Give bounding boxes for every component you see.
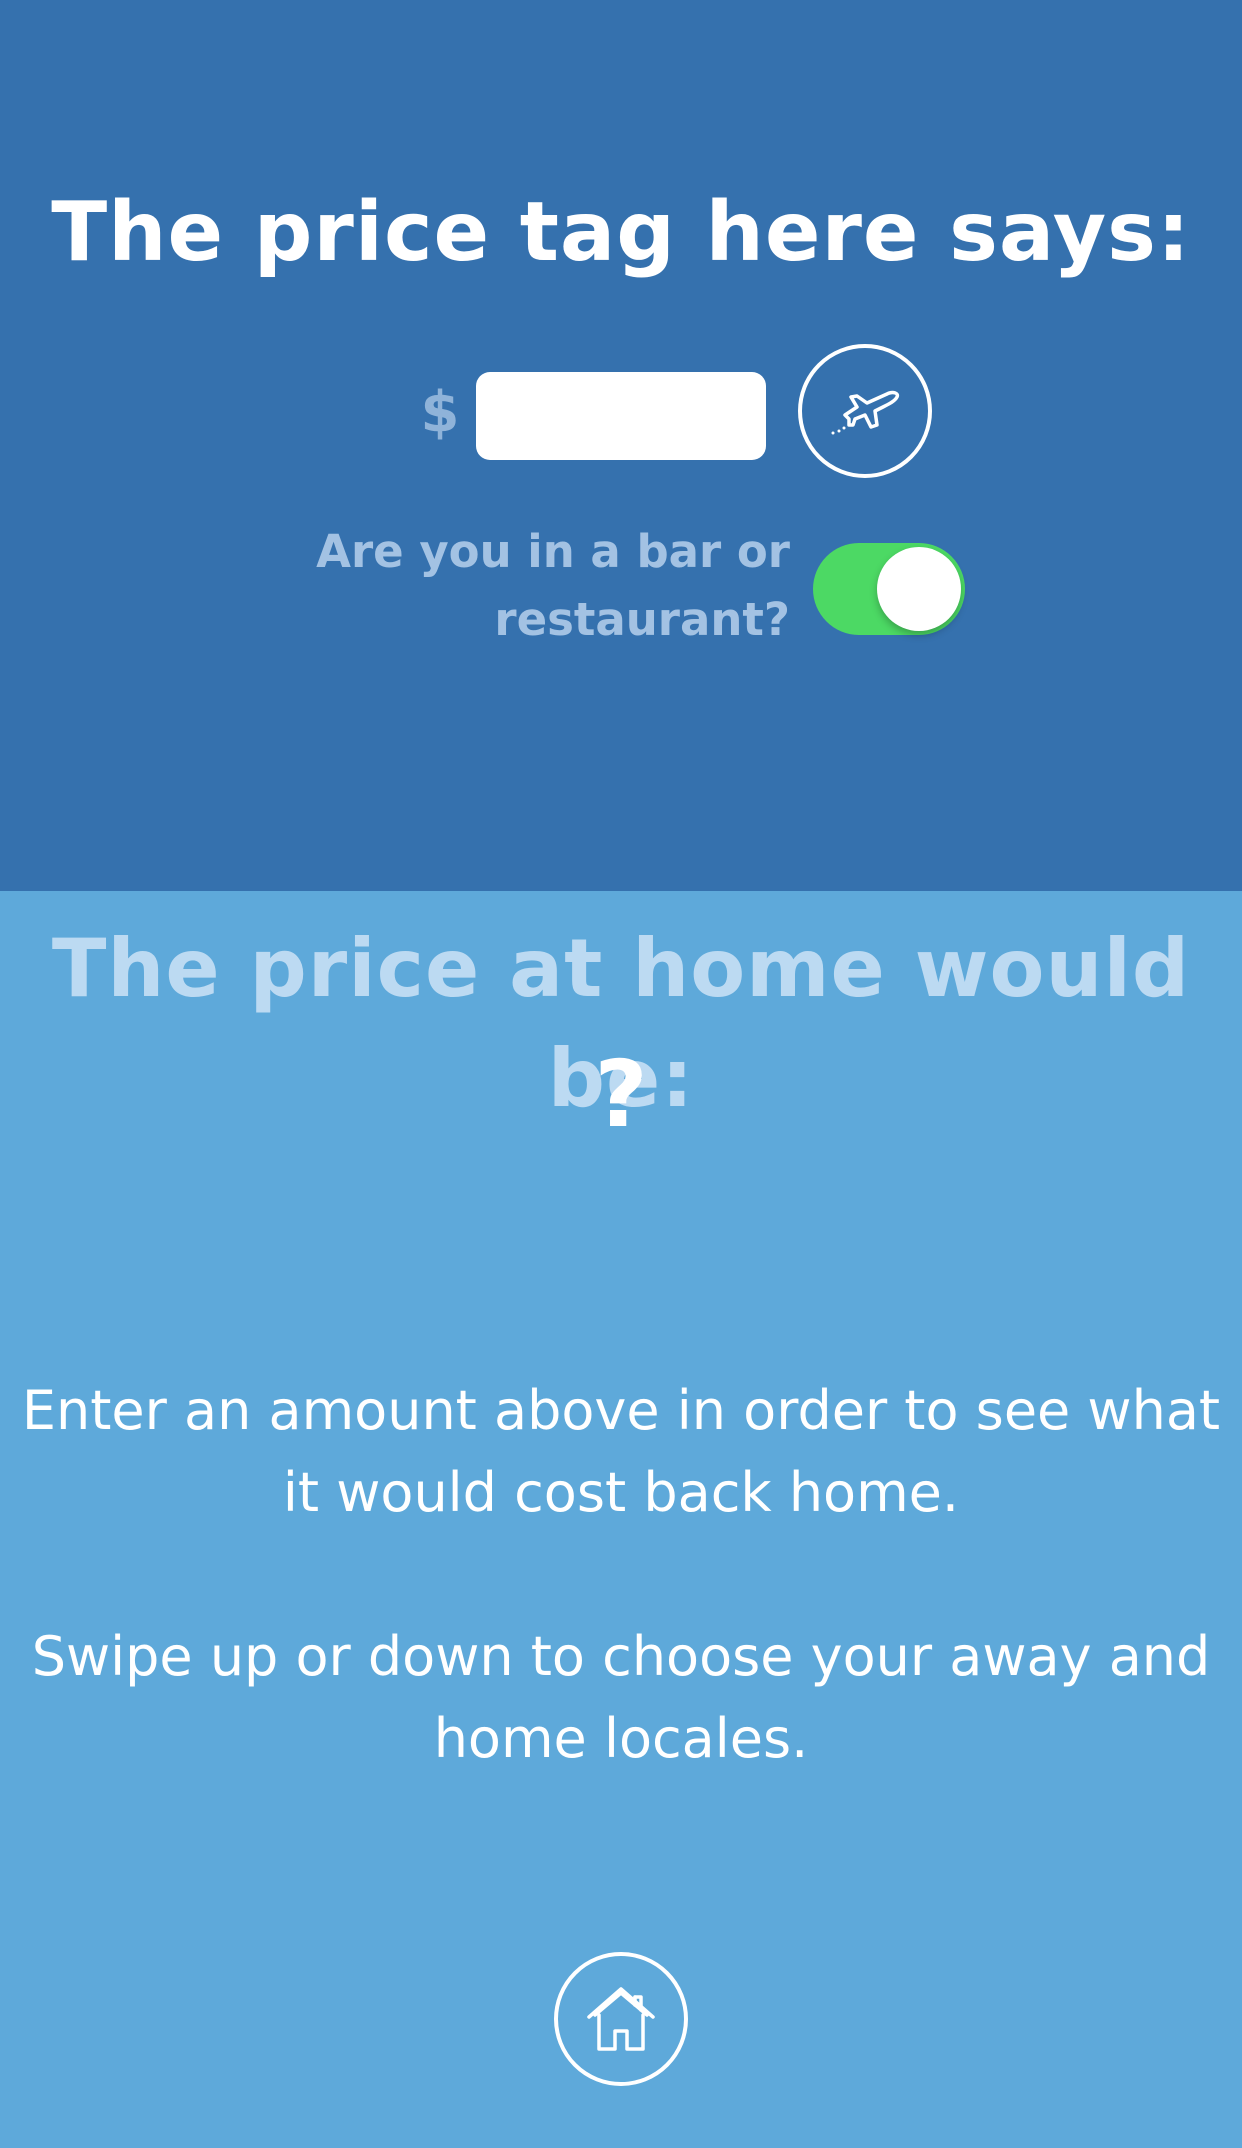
- bar-restaurant-label-line2: restaurant?: [494, 593, 790, 646]
- toggle-knob: [877, 547, 961, 631]
- instructions: Enter an amount above in order to see wh…: [20, 1370, 1222, 1862]
- currency-symbol: $: [420, 380, 460, 445]
- home-locale-button[interactable]: [554, 1952, 688, 2086]
- bar-restaurant-toggle[interactable]: [813, 543, 965, 635]
- price-input[interactable]: [476, 372, 766, 460]
- bar-restaurant-label-line1: Are you in a bar or: [316, 525, 790, 578]
- home-price-value: ?: [594, 1041, 648, 1148]
- away-price-title: The price tag here says:: [51, 185, 1191, 280]
- away-locale-button[interactable]: [798, 344, 932, 478]
- instruction-swipe: Swipe up or down to choose your away and…: [31, 1625, 1211, 1770]
- bar-restaurant-label: Are you in a bar or restaurant?: [260, 518, 790, 654]
- airplane-icon: [831, 390, 900, 435]
- house-icon: [587, 1987, 655, 2051]
- instruction-enter-amount: Enter an amount above in order to see wh…: [21, 1379, 1221, 1524]
